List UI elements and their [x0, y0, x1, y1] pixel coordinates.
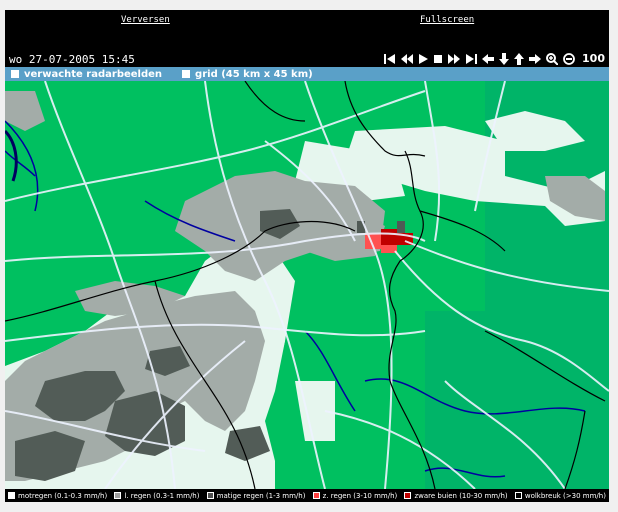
- legend-swatch: [514, 492, 522, 499]
- pan-down-icon[interactable]: [499, 52, 510, 65]
- legend-swatch: [114, 492, 122, 499]
- timestamp: wo 27-07-2005 15:45: [9, 53, 135, 66]
- zoom-level: 100: [582, 52, 605, 65]
- option-forecast[interactable]: verwachte radarbeelden: [5, 69, 162, 80]
- radar-frame: Verversen Fullscreen wo 27-07-2005 15:45…: [5, 10, 609, 502]
- last-frame-icon[interactable]: [465, 53, 478, 64]
- legend-swatch: [8, 492, 15, 499]
- fullscreen-link[interactable]: Fullscreen: [420, 15, 474, 25]
- option-grid[interactable]: grid (45 km x 45 km): [176, 69, 313, 80]
- option-forecast-label: verwachte radarbeelden: [24, 68, 163, 80]
- checkbox-icon[interactable]: [182, 70, 191, 78]
- legend-item: matige regen (1-3 mm/h): [206, 491, 306, 500]
- playback-controls: 100: [384, 52, 605, 65]
- first-frame-icon[interactable]: [384, 53, 396, 64]
- precipitation-legend: motregen (0.1-0.3 mm/h) l. regen (0.3-1 …: [5, 489, 609, 502]
- option-grid-label: grid (45 km x 45 km): [195, 68, 313, 80]
- legend-swatch: [312, 492, 320, 499]
- legend-swatch: [404, 492, 412, 499]
- zoom-out-icon[interactable]: [563, 52, 575, 65]
- legend-item: l. regen (0.3-1 mm/h): [114, 492, 199, 500]
- options-bar: verwachte radarbeelden grid (45 km x 45 …: [5, 67, 609, 81]
- radar-map-image: [5, 81, 609, 489]
- legend-label: matige regen (1-3 mm/h): [216, 491, 306, 500]
- checkbox-icon[interactable]: [11, 70, 19, 78]
- legend-item: zware buien (10-30 mm/h): [404, 491, 508, 500]
- legend-label: motregen (0.1-0.3 mm/h): [18, 491, 108, 500]
- play-icon[interactable]: [418, 53, 429, 64]
- legend-label: wolkbreuk (>30 mm/h): [524, 491, 606, 500]
- fast-forward-icon[interactable]: [448, 53, 461, 64]
- legend-item: motregen (0.1-0.3 mm/h): [8, 492, 107, 500]
- pan-up-icon[interactable]: [514, 52, 525, 65]
- legend-label: zware buien (10-30 mm/h): [414, 491, 508, 500]
- radar-map[interactable]: [5, 81, 609, 489]
- legend-label: l. regen (0.3-1 mm/h): [124, 491, 200, 500]
- pan-left-icon[interactable]: [482, 53, 495, 64]
- stop-icon[interactable]: [433, 54, 443, 64]
- legend-item: wolkbreuk (>30 mm/h): [514, 491, 606, 500]
- zoom-in-icon[interactable]: [546, 52, 559, 65]
- rewind-icon[interactable]: [401, 53, 414, 64]
- legend-item: z. regen (3-10 mm/h): [312, 491, 398, 500]
- legend-label: z. regen (3-10 mm/h): [322, 491, 398, 500]
- pan-right-icon[interactable]: [529, 53, 542, 64]
- legend-swatch: [206, 492, 214, 499]
- refresh-link[interactable]: Verversen: [121, 15, 170, 25]
